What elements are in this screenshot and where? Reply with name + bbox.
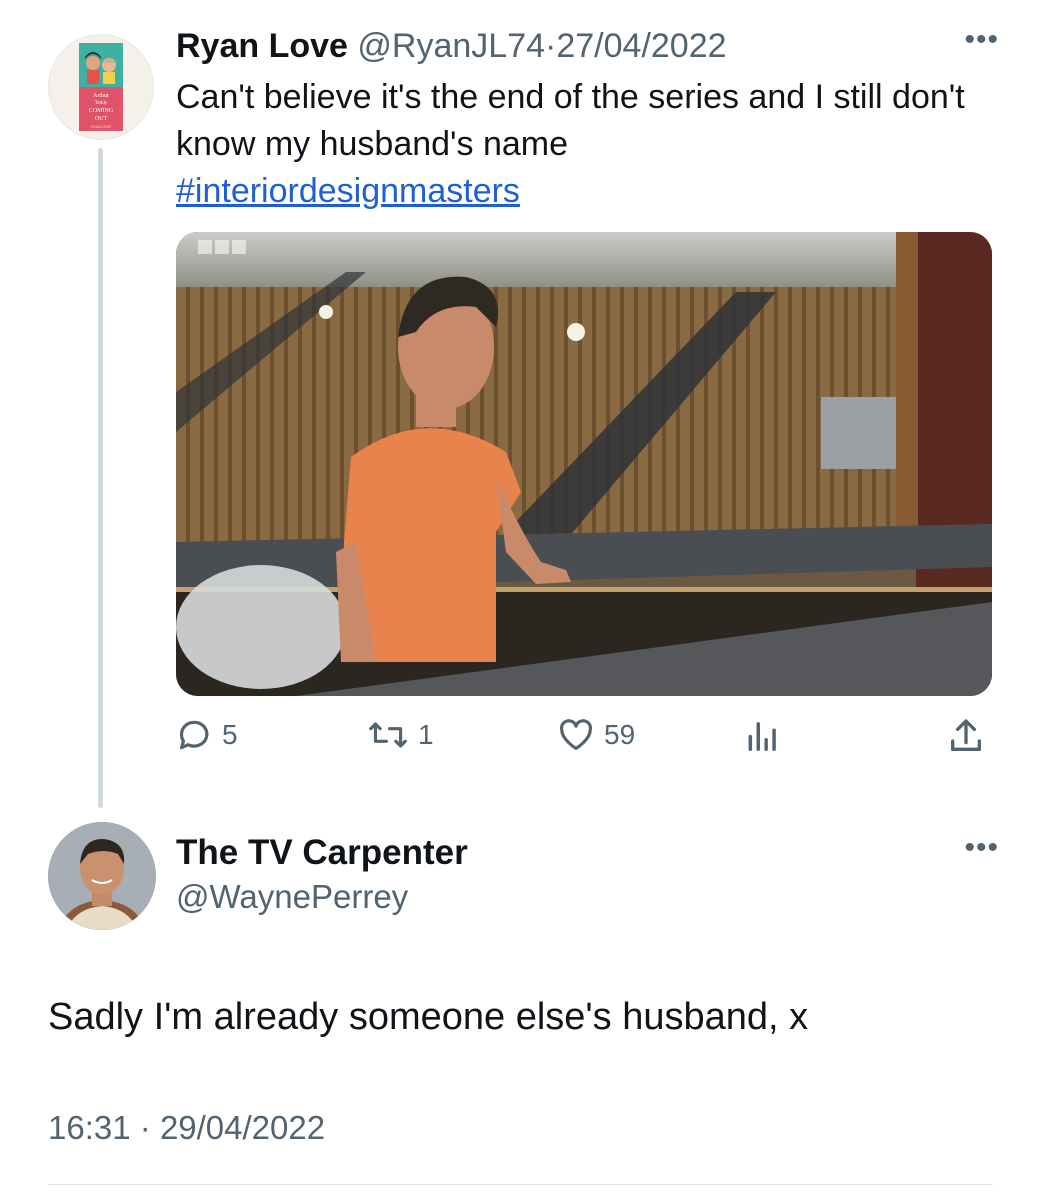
- hashtag-link[interactable]: #interiordesignmasters: [176, 168, 520, 215]
- parent-tweet-body: Can't believe it's the end of the series…: [176, 78, 965, 163]
- reply-count: 5: [222, 719, 238, 750]
- views-button[interactable]: [744, 716, 782, 754]
- share-icon: [951, 719, 981, 751]
- tv-still-photo: [176, 232, 992, 696]
- parent-tweet-date[interactable]: 27/04/2022: [556, 27, 726, 65]
- like-count: 59: [604, 719, 636, 750]
- parent-author-name[interactable]: Ryan Love: [176, 27, 348, 65]
- book-title-2: Teddy: [95, 101, 108, 106]
- book-title-1: Arthur: [93, 93, 109, 99]
- bbc-logo: [198, 240, 246, 254]
- reply-time: 16:31: [48, 1109, 131, 1146]
- book-title-4: OUT: [95, 116, 108, 122]
- heart-icon: [559, 719, 593, 751]
- bottom-divider: [48, 1184, 993, 1185]
- parent-tweet-text: Can't believe it's the end of the series…: [176, 74, 976, 215]
- parent-more-icon[interactable]: •••: [964, 25, 999, 55]
- retweet-count: 1: [418, 719, 434, 750]
- reply-author-handle[interactable]: @WaynePerrey: [176, 876, 408, 918]
- reply-button[interactable]: 5: [176, 716, 238, 754]
- reply-icon: [179, 720, 209, 750]
- reply-author-name[interactable]: The TV Carpenter: [176, 832, 468, 874]
- retweet-button[interactable]: 1: [366, 716, 434, 754]
- retweet-icon: [369, 722, 407, 748]
- parent-author-handle[interactable]: @RyanJL74: [357, 27, 545, 65]
- reply-more-icon[interactable]: •••: [964, 833, 999, 863]
- book-author: RYAN LOVE: [91, 125, 111, 129]
- like-button[interactable]: 59: [556, 716, 635, 754]
- parent-tweet-header: Ryan Love @RyanJL74·27/04/2022: [176, 26, 727, 66]
- book-title-3: COMING: [89, 108, 114, 114]
- header-separator: ·: [545, 27, 557, 65]
- timestamp-separator: ·: [139, 1109, 151, 1146]
- wayne-perrey-avatar[interactable]: [48, 822, 156, 930]
- book-cover-avatar-image: Arthur Teddy COMING OUT RYAN LOVE: [49, 35, 153, 139]
- ryan-love-avatar[interactable]: Arthur Teddy COMING OUT RYAN LOVE: [48, 34, 154, 140]
- profile-photo: [48, 822, 156, 930]
- reply-timestamp[interactable]: 16:31 · 29/04/2022: [48, 1106, 325, 1150]
- share-button[interactable]: [946, 716, 986, 756]
- reply-tweet-text: Sadly I'm already someone else's husband…: [48, 996, 809, 1038]
- reply-date: 29/04/2022: [159, 1109, 326, 1146]
- parent-tweet-actions: 5 1 59: [176, 716, 992, 766]
- tweet-media-image[interactable]: [176, 232, 992, 696]
- analytics-icon: [748, 722, 776, 751]
- thread-connector-line: [98, 148, 103, 808]
